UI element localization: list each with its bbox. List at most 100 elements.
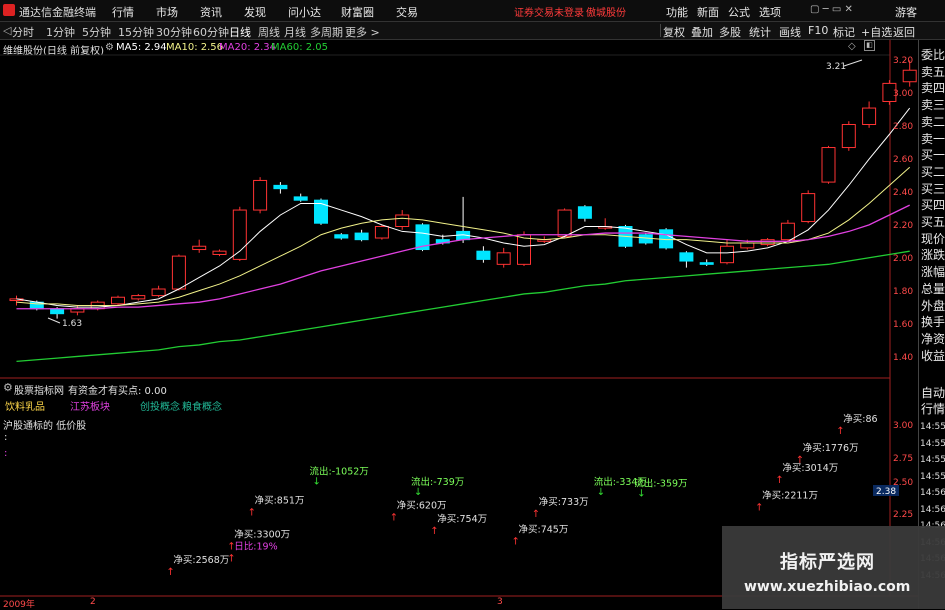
candle (862, 101, 877, 128)
auto-quote-label[interactable]: 自动 (921, 386, 945, 400)
watermark-title: 指标严选网 (780, 552, 875, 573)
date-label: 2009年 (3, 600, 35, 610)
trade-time: 14:55 (920, 471, 945, 482)
flow-label: 净买:851万 (255, 495, 305, 507)
tag-jiangsu: 江苏板块 (70, 402, 110, 413)
flow-label: 净买:86 (843, 413, 877, 425)
candle (476, 246, 491, 263)
tag-grain: 粮食概念 (182, 402, 222, 413)
candle (253, 177, 268, 214)
low-arrow (47, 317, 61, 324)
inflow-arrow-icon: ↑ (532, 509, 540, 520)
dot-marker: : (4, 448, 8, 459)
indicator-subtitle: 沪股通标的 低价股 (3, 421, 87, 432)
tag-venture: 创投概念 (140, 402, 180, 413)
watermark-url: www.xuezhibiao.com (744, 579, 911, 595)
flow-label: 净买:2211万 (762, 489, 818, 501)
candle (131, 293, 146, 301)
candle (679, 251, 694, 268)
low-price-label: 1.63 (62, 319, 82, 329)
quote-label: 涨幅 (921, 265, 945, 280)
quote-label: 卖一 (921, 131, 945, 146)
candle (273, 182, 288, 194)
quote-label: 卖四 (921, 81, 945, 96)
indicator-tick: 3.00 (893, 421, 914, 431)
price-tick: 2.20 (893, 221, 914, 231)
inflow-arrow-icon: ↑ (227, 553, 235, 564)
inflow-arrow-icon: ↑ (775, 475, 783, 486)
candle (598, 218, 613, 230)
trade-time: 14:55 (920, 438, 945, 449)
high-price-label: 3.21 (826, 62, 846, 72)
price-tick: 2.00 (893, 254, 914, 264)
inflow-arrow-icon: ↑ (166, 567, 174, 578)
indicator-tick: 2.25 (893, 510, 914, 520)
candle (557, 208, 572, 239)
high-arrow (843, 59, 863, 67)
candle (699, 259, 714, 266)
trade-time: 14:55 (920, 422, 945, 432)
quote-label: 涨跌 (921, 248, 945, 263)
indicator-value: 有资金才有买点: 0.00 (68, 386, 167, 397)
flow-label: 净买:3300万 (234, 529, 290, 541)
candle (9, 295, 24, 306)
indicator-title[interactable]: 股票指标网 (14, 382, 64, 397)
inflow-arrow-icon: ↑ (796, 455, 804, 466)
candle (577, 205, 592, 222)
candle (192, 239, 207, 253)
flow-label: 净买:620万 (397, 500, 447, 512)
quote-label: 换手 (921, 315, 945, 330)
quote-label: 买二 (921, 164, 945, 179)
outflow-arrow-icon: ↓ (637, 489, 645, 500)
date-label: 3 (497, 597, 503, 607)
inflow-arrow-icon: ↑ (512, 536, 520, 547)
price-tick: 2.40 (893, 188, 914, 198)
candle (395, 210, 410, 230)
price-tick: 1.80 (893, 287, 914, 297)
quote-side-panel: 委比 卖五 卖四 卖三 卖二 卖一 买一 买二 买三 买四 买五 现价 涨跌 涨幅 总量 外盘 换手 净资 收益 自动… (918, 40, 945, 609)
quote-label: 买五 (921, 215, 945, 229)
flow-label: 净买:3014万 (782, 462, 838, 474)
flow-label: 流出:-359万 (634, 478, 687, 490)
price-tick: 1.40 (893, 353, 914, 363)
candle (374, 224, 389, 240)
indicator-tick: 2.75 (893, 454, 914, 464)
candle (111, 295, 125, 306)
price-tick: 2.60 (893, 155, 914, 165)
candle (780, 219, 795, 242)
candle (293, 193, 308, 202)
quote-label: 买三 (921, 181, 945, 196)
candle (760, 238, 775, 247)
flow-label: 净买:733万 (539, 496, 589, 508)
candle (314, 198, 328, 225)
candlestick-series (9, 60, 917, 319)
candle (212, 249, 227, 257)
dot-marker: : (4, 432, 8, 443)
price-tick: 3.20 (893, 56, 914, 66)
current-value-label: 2.38 (876, 487, 896, 497)
quote-label: 卖三 (921, 98, 945, 113)
candle (456, 196, 471, 243)
price-tick: 3.00 (893, 89, 914, 99)
candle (354, 229, 369, 242)
quote-label: 外盘 (921, 298, 945, 313)
flow-label: 流出:-739万 (411, 476, 464, 488)
inflow-arrow-icon: ↑ (755, 502, 763, 513)
quote-label: 现价 (921, 231, 945, 246)
trade-time: 14:55 (920, 455, 945, 465)
quote-label: 总量 (921, 281, 945, 296)
inflow-arrow-icon: ↑ (248, 508, 256, 519)
outflow-arrow-icon: ↓ (414, 487, 422, 498)
flow-label: 净买:754万 (437, 513, 487, 525)
candle (496, 247, 511, 268)
auto-quote-label[interactable]: 行情 (921, 402, 945, 416)
trade-time: 14:56 (920, 488, 945, 498)
candle (821, 145, 836, 184)
indicator-settings-icon[interactable]: ⚙ (3, 381, 13, 394)
tag-beverage: 饮料乳品 (5, 402, 45, 413)
flow-label: 净买:1776万 (803, 442, 859, 454)
chart-canvas: 3.21 1.63 2.38 ↑净买:2568万↑净买:3300万↑日比:19%… (0, 40, 918, 597)
date-label: 2 (90, 597, 96, 607)
candle (841, 121, 856, 151)
quote-label: 委比 (921, 48, 945, 62)
